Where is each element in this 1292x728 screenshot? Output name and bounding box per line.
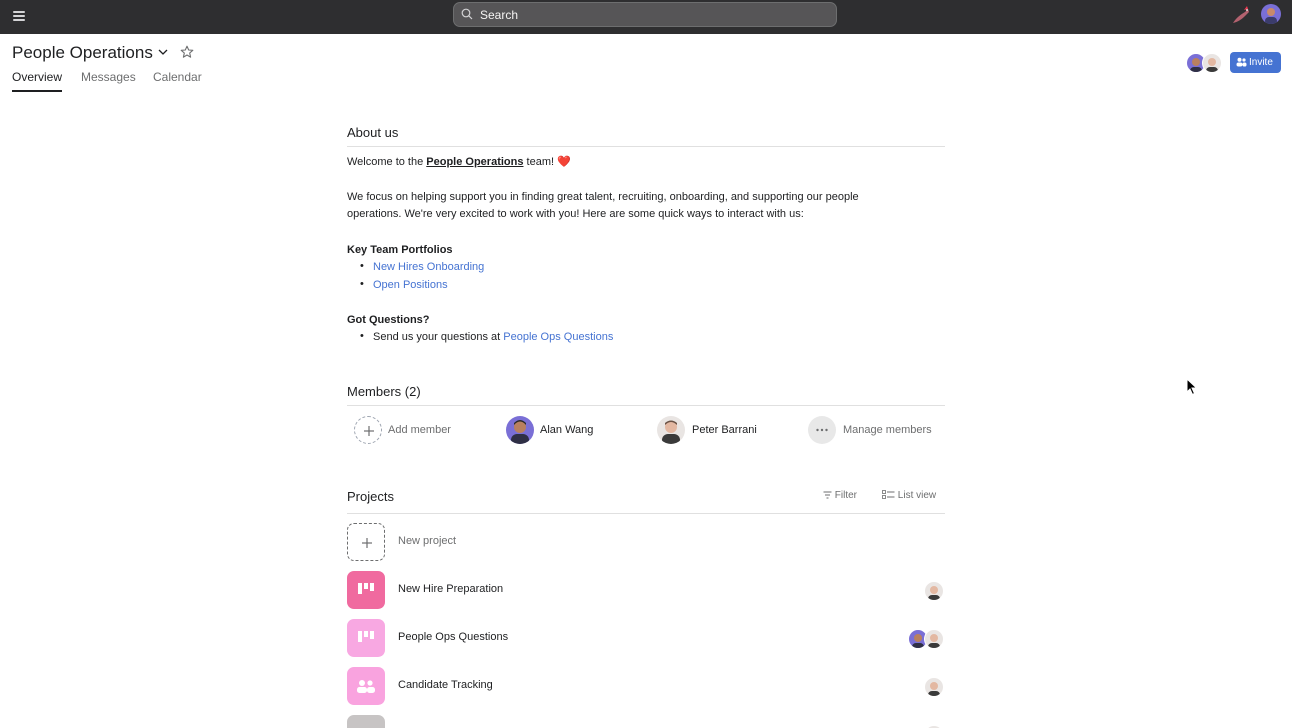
questions-heading: Got Questions? (347, 314, 430, 326)
avatar (924, 581, 944, 601)
member-name: Peter Barrani (692, 424, 757, 436)
intro-line-2: operations. We're very excited to work w… (347, 208, 804, 220)
tab-messages[interactable]: Messages (81, 70, 136, 84)
invite-button[interactable]: Invite (1230, 52, 1281, 73)
projects-heading: Projects (347, 489, 394, 504)
questions-text: Send us your questions at People Ops Que… (373, 331, 614, 343)
bullet: • (360, 278, 364, 290)
invite-label: Invite (1249, 57, 1273, 68)
project-name: New Hire Preparation (398, 583, 504, 595)
avatar (506, 416, 534, 444)
filter-button[interactable]: Filter (823, 490, 857, 501)
plus-icon (354, 416, 382, 444)
divider (347, 146, 945, 147)
portfolio-link-new-hires[interactable]: New Hires Onboarding (373, 259, 484, 277)
project-row[interactable]: New Hire Preparation (347, 571, 945, 609)
members-heading: Members (2) (347, 384, 421, 399)
plus-icon (347, 523, 385, 561)
page-title: People Operations (12, 43, 153, 62)
tab-calendar[interactable]: Calendar (153, 70, 202, 84)
heart-emoji: ❤️ (557, 156, 571, 168)
bullet: • (360, 260, 364, 272)
member-name: Alan Wang (540, 424, 594, 436)
project-name: Candidate Tracking (398, 679, 493, 691)
member-avatar[interactable] (1202, 53, 1222, 73)
list-view-button[interactable]: List view (882, 490, 936, 501)
avatar (924, 677, 944, 697)
search-input[interactable] (480, 3, 820, 26)
portfolios-heading: Key Team Portfolios (347, 244, 453, 256)
board-icon (347, 619, 385, 657)
search-icon (461, 8, 473, 20)
project-tile (347, 715, 385, 728)
divider (347, 513, 945, 514)
project-row[interactable]: Candidate Tracking (347, 667, 945, 705)
search-bar[interactable] (453, 2, 837, 27)
add-member-label: Add member (388, 424, 451, 436)
avatar (924, 629, 944, 649)
questions-link[interactable]: People Ops Questions (503, 331, 613, 343)
new-project-label: New project (398, 535, 457, 547)
member-peter-barrani[interactable]: Peter Barrani (657, 416, 767, 446)
people-icon (347, 667, 385, 705)
about-heading: About us (347, 125, 399, 140)
add-member-button[interactable]: Add member (354, 416, 464, 446)
board-icon (347, 571, 385, 609)
intro-line-1: We focus on helping support you in findi… (347, 191, 859, 203)
project-row[interactable]: People Ops Questions (347, 619, 945, 657)
manage-members-label: Manage members (843, 424, 932, 436)
add-user-icon (1236, 57, 1247, 67)
chevron-down-icon[interactable] (156, 45, 170, 59)
project-row[interactable] (347, 715, 945, 728)
more-icon (808, 416, 836, 444)
member-alan-wang[interactable]: Alan Wang (506, 416, 606, 446)
portfolio-link-open-positions[interactable]: Open Positions (373, 277, 448, 295)
user-avatar-icon[interactable] (1261, 4, 1281, 24)
menu-icon[interactable] (12, 8, 28, 24)
manage-members-button[interactable]: Manage members (808, 416, 943, 446)
welcome-text: Welcome to the People Operations team! ❤… (347, 156, 571, 168)
filter-icon (823, 491, 832, 499)
star-icon[interactable] (180, 45, 194, 59)
team-link[interactable]: People Operations (426, 156, 523, 168)
top-bar (0, 0, 1292, 34)
bird-logo-icon (1233, 6, 1249, 23)
avatar (657, 416, 685, 444)
tab-overview[interactable]: Overview (12, 70, 62, 84)
project-name: People Ops Questions (398, 631, 509, 643)
mouse-cursor-icon (1186, 378, 1198, 396)
divider (347, 405, 945, 406)
active-tab-indicator (12, 90, 62, 92)
list-view-icon (882, 490, 895, 499)
new-project-button[interactable]: New project (347, 523, 945, 561)
bullet: • (360, 330, 364, 342)
